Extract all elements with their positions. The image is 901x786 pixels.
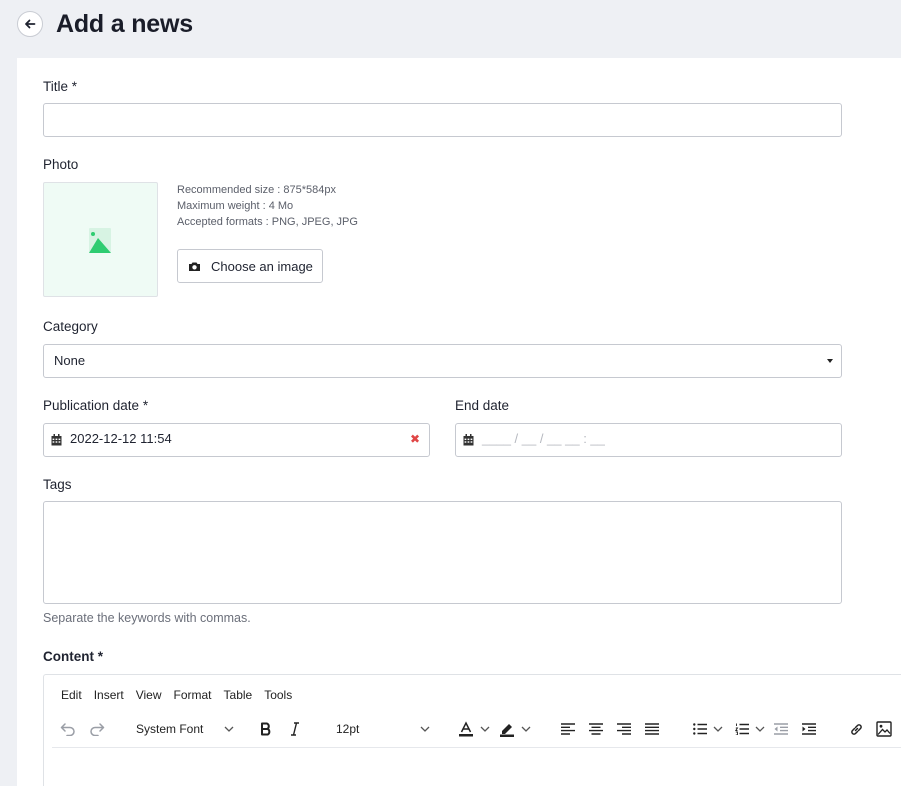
italic-icon <box>291 722 299 736</box>
end-date-placeholder: ____ / __ / __ __ : __ <box>482 431 605 446</box>
undo-icon <box>60 723 75 736</box>
tags-help-text: Separate the keywords with commas. <box>43 611 251 625</box>
outdent-icon <box>774 723 788 735</box>
photo-info-weight: Maximum weight : 4 Mo <box>177 200 294 212</box>
end-date-label: End date <box>455 398 510 413</box>
tags-label: Tags <box>43 477 72 492</box>
bold-icon <box>261 722 271 736</box>
font-size-value: 12pt <box>336 722 360 736</box>
category-label: Category <box>43 319 98 334</box>
chevron-down-icon <box>224 726 234 732</box>
align-left-icon <box>561 723 575 735</box>
back-button[interactable] <box>17 11 43 37</box>
editor-toolbar: System Font 12pt <box>44 715 901 745</box>
numbered-list-button[interactable] <box>735 719 765 739</box>
chevron-down-icon <box>521 726 531 732</box>
redo-icon <box>90 723 105 736</box>
text-color-button[interactable] <box>458 719 490 739</box>
rich-text-editor: Edit Insert View Format Table Tools Syst… <box>43 674 901 786</box>
outdent-button[interactable] <box>774 719 788 739</box>
page-title: Add a news <box>56 9 193 38</box>
align-right-button[interactable] <box>617 719 631 739</box>
insert-link-button[interactable] <box>849 719 864 739</box>
photo-requirements: Recommended size : 875*584px Maximum wei… <box>177 182 358 230</box>
menu-insert[interactable]: Insert <box>94 688 124 702</box>
bullet-list-button[interactable] <box>693 719 723 739</box>
undo-button[interactable] <box>60 719 76 739</box>
numbered-list-icon <box>735 723 749 735</box>
form-card: Title * Photo Recommended size : 875*584… <box>17 58 901 786</box>
indent-button[interactable] <box>802 719 816 739</box>
align-center-button[interactable] <box>589 719 603 739</box>
calendar-icon <box>51 434 62 446</box>
menu-view[interactable]: View <box>136 688 162 702</box>
bullet-list-icon <box>693 723 707 735</box>
align-justify-icon <box>645 723 659 735</box>
publication-date-input[interactable]: 2022-12-12 11:54 ✖ <box>43 423 430 457</box>
text-color-icon <box>459 721 473 737</box>
category-select[interactable]: None <box>43 344 842 378</box>
menu-tools[interactable]: Tools <box>264 688 292 702</box>
image-placeholder-icon <box>88 227 111 253</box>
arrow-left-icon <box>25 19 36 29</box>
indent-icon <box>802 723 816 735</box>
toolbar-divider <box>52 747 901 748</box>
end-date-input[interactable]: ____ / __ / __ __ : __ <box>455 423 842 457</box>
chevron-down-icon <box>755 726 765 732</box>
chevron-down-icon <box>420 726 430 732</box>
publication-date-value: 2022-12-12 11:54 <box>70 431 172 446</box>
highlighter-icon <box>500 724 514 737</box>
title-label: Title * <box>43 79 78 94</box>
link-icon <box>851 723 862 735</box>
content-label: Content * <box>43 649 103 664</box>
insert-image-button[interactable] <box>876 719 892 739</box>
align-right-icon <box>617 723 631 735</box>
menu-format[interactable]: Format <box>174 688 212 702</box>
italic-button[interactable] <box>290 719 300 739</box>
photo-preview[interactable] <box>43 182 158 297</box>
font-size-select[interactable]: 12pt <box>336 719 430 739</box>
publication-date-label: Publication date * <box>43 398 149 413</box>
highlight-color-button[interactable] <box>499 719 531 739</box>
photo-info-size: Recommended size : 875*584px <box>177 184 336 196</box>
calendar-icon <box>463 434 474 446</box>
chevron-down-icon <box>480 726 490 732</box>
align-left-button[interactable] <box>561 719 575 739</box>
justify-button[interactable] <box>645 719 659 739</box>
chevron-down-icon <box>713 726 723 732</box>
align-center-icon <box>589 723 603 735</box>
page-header: Add a news <box>17 9 193 39</box>
photo-label: Photo <box>43 157 79 172</box>
image-icon <box>876 721 892 737</box>
choose-image-label: Choose an image <box>211 258 313 274</box>
bold-button[interactable] <box>260 719 272 739</box>
title-input[interactable] <box>43 103 842 137</box>
redo-button[interactable] <box>89 719 105 739</box>
chevron-down-icon <box>827 359 833 363</box>
category-value: None <box>54 353 86 368</box>
choose-image-button[interactable]: Choose an image <box>177 249 323 283</box>
camera-icon <box>189 262 200 271</box>
clear-date-icon[interactable]: ✖ <box>410 432 420 446</box>
tags-textarea[interactable] <box>43 501 842 604</box>
font-family-select[interactable]: System Font <box>136 719 234 739</box>
photo-info-formats: Accepted formats : PNG, JPEG, JPG <box>177 216 358 228</box>
menu-table[interactable]: Table <box>224 688 253 702</box>
menu-edit[interactable]: Edit <box>61 688 82 702</box>
editor-menubar: Edit Insert View Format Table Tools <box>61 688 304 702</box>
font-family-value: System Font <box>136 722 204 736</box>
